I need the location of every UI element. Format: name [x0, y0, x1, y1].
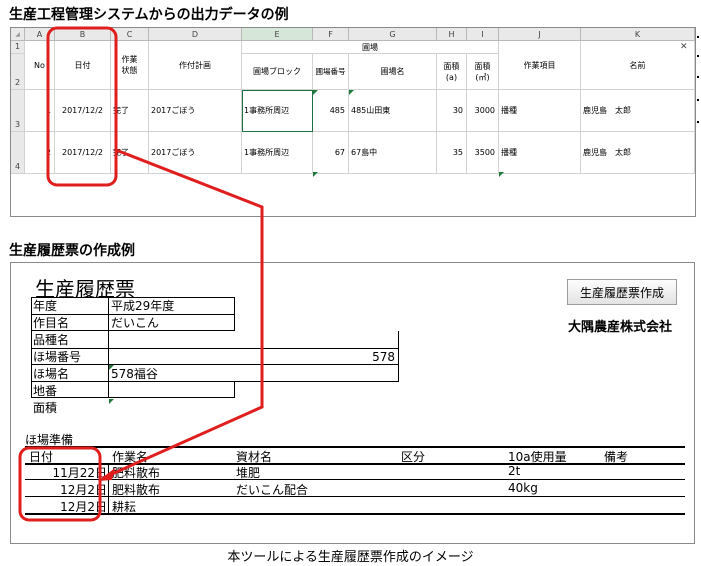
row-header-3[interactable]: 3 [11, 90, 25, 132]
create-history-button[interactable]: 生産履歴票作成 [567, 279, 677, 305]
col-header-d[interactable]: D [149, 28, 242, 41]
col-header-a[interactable]: A [25, 28, 55, 41]
info-block-lot [31, 365, 399, 382]
cell-area-a[interactable]: 30 [437, 90, 467, 132]
cell-plan[interactable]: 2017ごぼう [149, 90, 242, 132]
middle-caption: 生産履歴票の作成例 [9, 243, 135, 259]
info-value-year[interactable]: 平成29年度 [109, 299, 174, 313]
info-value-crop[interactable]: だいこん [109, 316, 159, 330]
header-field-no: 圃場番号 [313, 54, 349, 90]
dot-icon [697, 76, 699, 78]
cell-area-m2[interactable]: 3500 [467, 132, 499, 174]
col-header-e[interactable]: E [242, 28, 313, 41]
cell-marker-icon [313, 90, 318, 95]
cell-plan[interactable]: 2017ごぼう [149, 132, 242, 174]
spreadsheet-panel: ◢ A B C D E F G H I J K 1 2 3 4 No 日付 作業… [10, 27, 696, 217]
cell-marker-icon [313, 172, 318, 177]
cell-date[interactable]: 2017/12/2 [55, 90, 111, 132]
header-name: 名前 [581, 41, 695, 90]
col-header-b[interactable]: B [55, 28, 111, 41]
header-plan: 作付計画 [149, 41, 242, 90]
cell-date[interactable]: 2017/12/2 [55, 132, 111, 174]
info-label-lot: 地番 [33, 384, 58, 398]
select-all-corner[interactable]: ◢ [11, 28, 25, 41]
header-field-group: 圃場 [242, 41, 499, 54]
info-label-field-name: ほ場名 [33, 367, 70, 381]
info-label-area: 面積 [33, 401, 58, 415]
col-header-g[interactable]: G [349, 28, 437, 41]
col-header-j[interactable]: J [499, 28, 581, 41]
header-field-name: 圃場名 [349, 54, 437, 90]
cell-field-name[interactable]: 67島中 [349, 132, 437, 174]
cell-block[interactable]: 1事務所周辺 [242, 132, 313, 174]
col-header-k[interactable]: K [581, 28, 695, 41]
cell-name[interactable]: 鹿児島 太郎 [581, 132, 695, 174]
dot-icon [697, 55, 699, 57]
col-header-c[interactable]: C [111, 28, 149, 41]
dot-icon [697, 36, 699, 38]
row-header-2[interactable]: 2 [11, 54, 25, 90]
header-no: No [25, 41, 55, 90]
cell-task[interactable]: 播種 [499, 90, 581, 132]
header-date: 日付 [55, 41, 111, 90]
company-name: 大隅農産株式会社 [568, 320, 673, 335]
header-task: 作業項目 [499, 41, 581, 90]
close-icon[interactable]: ✕ [680, 42, 688, 52]
cell-marker-icon [109, 399, 114, 404]
cell-no[interactable]: 2 [25, 132, 55, 174]
cell-task[interactable]: 播種 [499, 132, 581, 174]
cell-status[interactable]: 完了 [111, 132, 149, 174]
header-status: 作業 状態 [111, 41, 149, 90]
dot-icon [697, 99, 699, 101]
col-header-i[interactable]: I [467, 28, 499, 41]
col-header-f[interactable]: F [313, 28, 349, 41]
cell-no[interactable]: 1 [25, 90, 55, 132]
row-header-4[interactable]: 4 [11, 132, 25, 174]
cell-marker-icon [109, 365, 114, 370]
history-form-panel: 生産履歴票 生産履歴票作成 大隅農産株式会社 年度 平成29年度 作目名 だいこ… [10, 262, 695, 544]
info-label-variety: 品種名 [33, 333, 70, 347]
cell-area-m2[interactable]: 3000 [467, 90, 499, 132]
info-block-area [31, 382, 235, 398]
cell-status[interactable]: 完了 [111, 90, 149, 132]
header-area-a: 面積 (a) [437, 54, 467, 90]
header-area-m2: 面積 (㎡) [467, 54, 499, 90]
cell-marker-icon [349, 90, 354, 95]
cell-field-no[interactable]: 67 [313, 132, 349, 174]
row-usage[interactable]: 40kg [508, 481, 538, 495]
row-usage[interactable]: 2t [508, 464, 520, 478]
cell-field-name[interactable]: 485山田東 [349, 90, 437, 132]
bottom-caption: 本ツールによる生産履歴票作成のイメージ [227, 550, 474, 565]
cell-name[interactable]: 鹿児島 太郎 [581, 90, 695, 132]
info-label-crop: 作目名 [33, 316, 70, 330]
cell-field-no[interactable]: 485 [313, 90, 349, 132]
top-caption: 生産工程管理システムからの出力データの例 [9, 7, 289, 23]
info-value-field-name[interactable]: 578福谷 [109, 367, 158, 381]
cell-marker-icon [499, 172, 504, 177]
cell-area-a[interactable]: 35 [437, 132, 467, 174]
col-header-h[interactable]: H [437, 28, 467, 41]
dot-icon [697, 121, 699, 123]
info-value-field-no[interactable]: 578 [109, 350, 399, 364]
row-header-1[interactable]: 1 [11, 41, 25, 54]
info-label-year: 年度 [33, 299, 58, 313]
info-label-field-no: ほ場番号 [33, 350, 82, 364]
header-block: 圃場ブロック [242, 54, 313, 90]
cell-block-selected[interactable]: 1事務所周辺 [242, 90, 313, 132]
